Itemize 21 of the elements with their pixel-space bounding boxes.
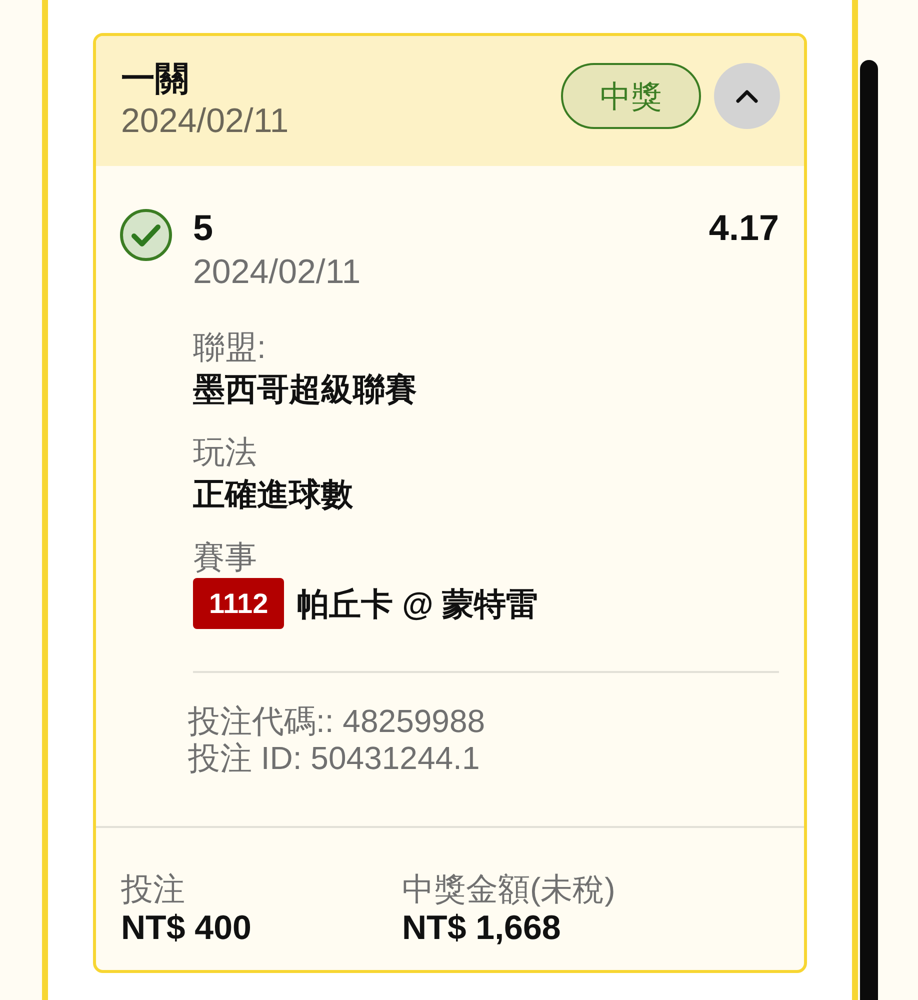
- selection-date: 2024/02/11: [193, 252, 362, 293]
- summary-label: 投注: [121, 870, 186, 908]
- summary-amount: NT$ 1,668: [402, 908, 562, 948]
- summary-label: 中獎金額(未稅): [402, 870, 616, 908]
- detail-label: 賽事: [193, 538, 258, 577]
- odds-text: 4.17: [708, 206, 779, 250]
- card-header[interactable]: 一關 2024/02/11 中獎: [96, 36, 804, 166]
- detail-value: 墨西哥超級聯賽: [193, 370, 418, 409]
- bet-type-title: 一關: [121, 59, 190, 100]
- match-code-badge: 1112: [193, 578, 284, 629]
- detail-label: 聯盟:: [193, 328, 267, 367]
- summary-amount: NT$ 400: [121, 908, 252, 948]
- selection-text: 5: [193, 206, 214, 250]
- scrollbar-thumb[interactable]: [860, 60, 878, 1000]
- detail-label: 玩法: [193, 433, 258, 472]
- bet-code-text: 投注代碼:: 48259988: [188, 703, 486, 740]
- result-badge: 中獎: [561, 63, 701, 129]
- detail-value: 正確進球數: [193, 475, 354, 514]
- header-date: 2024/02/11: [121, 101, 289, 142]
- bet-id-text: 投注 ID: 50431244.1: [188, 740, 481, 777]
- match-name: 帕丘卡 @ 蒙特雷: [297, 584, 538, 624]
